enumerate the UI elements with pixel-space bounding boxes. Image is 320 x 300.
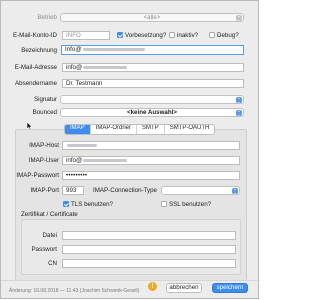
bounced-popup[interactable]: <keine Auswahl> [60,108,244,117]
checkbox-checked-icon [63,201,69,207]
imap-port-label: IMAP-Port [30,187,59,194]
vorbesetzung-label: Vorbesetzung? [125,32,167,39]
account-settings-window: Betrieb <alle> E-Mail-Konto-ID INFO Vorb… [0,0,260,299]
imap-connection-type-popup[interactable] [161,186,240,195]
popup-arrows-icon [232,188,238,194]
redacted-text [67,143,97,147]
popup-arrows-icon [236,110,242,116]
certificate-cn-label: CN [48,260,57,267]
imap-host-label: IMAP-Host [29,142,59,149]
ssl-checkbox[interactable]: SSL benutzen? [161,200,211,209]
footer-separator [1,280,260,281]
bezeichnung-field[interactable]: Info@ [61,45,244,55]
popup-arrows-icon [236,15,242,21]
debug-label: Debug? [217,32,239,39]
imap-host-field[interactable] [62,141,240,150]
checkbox-unchecked-icon [161,201,167,207]
certificate-group-title: Zertifikat / Certificate [21,211,78,218]
popup-arrows-icon [236,97,242,103]
imap-passwort-label: IMAP-Passwort [16,172,59,179]
imap-port-field[interactable]: 993 [62,186,84,195]
email-adresse-value: info@ [66,64,83,71]
konto-id-label: E-Mail-Konto-ID [12,32,57,39]
signatur-label: Signatur [33,96,57,103]
imap-passwort-field[interactable]: ••••••••• [62,171,240,180]
bezeichnung-label: Bezeichnung [21,47,57,54]
checkbox-unchecked-icon [169,32,175,38]
tls-checkbox[interactable]: TLS benutzen? [63,200,113,209]
tab-smtp[interactable]: SMTP [137,125,165,134]
certificate-passwort-field[interactable] [62,245,236,254]
bounced-label: Bounced [32,109,57,116]
email-adresse-field[interactable]: info@ [62,63,244,72]
signatur-popup[interactable] [60,95,244,104]
certificate-passwort-label: Passwort [31,246,57,253]
bezeichnung-value: Info@ [65,46,82,53]
betrieb-label: Betrieb [37,14,57,21]
save-button[interactable]: speichern [212,283,248,293]
ssl-label: SSL benutzen? [169,201,212,208]
imap-user-value: info@ [66,157,83,164]
redacted-text [83,65,128,69]
imap-connection-type-label: IMAP-Connection-Type [93,187,157,194]
inaktiv-label: inaktiv? [177,32,198,39]
certificate-cn-field[interactable] [62,259,236,268]
absendername-label: Absendername [15,80,57,87]
absendername-field[interactable]: Dr. Testmann [62,79,244,88]
email-adresse-label: E-Mail-Adresse [14,64,57,71]
redacted-text [83,158,128,162]
certificate-datei-label: Datei [42,232,57,239]
debug-checkbox[interactable]: Debug? [209,31,239,40]
tab-bar: IMAP IMAP-Ordner SMTP SMTP-OAUTH [64,124,216,135]
tls-label: TLS benutzen? [71,201,113,208]
checkbox-checked-icon [117,32,123,38]
tab-imap[interactable]: IMAP [65,125,91,134]
warning-icon[interactable]: ! [148,282,157,291]
konto-id-field[interactable]: INFO [62,31,110,40]
vorbesetzung-checkbox[interactable]: Vorbesetzung? [117,31,166,40]
bounced-value: <keine Auswahl> [127,109,177,116]
last-modified-status: Änderung: 16.08.2018 — 11:43 (Joachim Sc… [9,288,140,294]
betrieb-value: <alle> [143,14,161,21]
betrieb-popup[interactable]: <alle> [60,13,244,22]
inaktiv-checkbox[interactable]: inaktiv? [169,31,198,40]
tab-imap-ordner[interactable]: IMAP-Ordner [91,125,138,134]
tab-smtp-oauth[interactable]: SMTP-OAUTH [165,125,215,134]
imap-user-label: IMAP-User [28,157,59,164]
redacted-text [82,47,145,51]
cancel-button[interactable]: abbrechen [166,283,202,293]
checkbox-unchecked-icon [209,32,215,38]
certificate-datei-field[interactable] [62,231,236,240]
imap-user-field[interactable]: info@ [62,156,240,165]
